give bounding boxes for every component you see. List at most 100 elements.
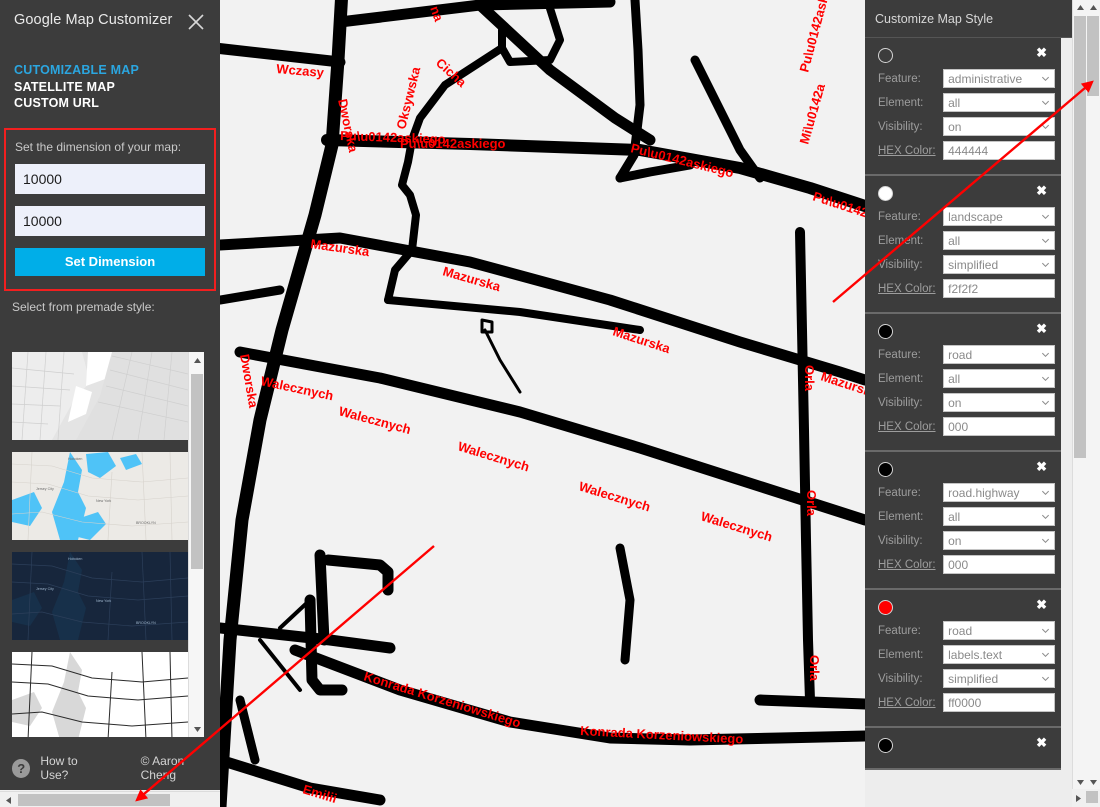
nav-link-customizable-map[interactable]: CUTOMIZABLE MAP	[14, 62, 206, 79]
feature-select-row: Feature: road	[871, 344, 1055, 365]
hex-color-input[interactable]: ff0000	[943, 693, 1055, 712]
hex-color-input[interactable]: f2f2f2	[943, 279, 1055, 298]
feature-select[interactable]: road.highway	[943, 483, 1055, 502]
visibility-select[interactable]: on	[943, 117, 1055, 136]
svg-text:Jersey City: Jersey City	[36, 587, 54, 591]
color-swatch[interactable]	[878, 324, 893, 339]
style-card-header: ✖	[871, 46, 1055, 68]
feature-select[interactable]: landscape	[943, 207, 1055, 226]
color-swatch[interactable]	[878, 186, 893, 201]
feature-select[interactable]: road	[943, 621, 1055, 640]
hex-color-input[interactable]: 000	[943, 555, 1055, 574]
hex-color-row: HEX Color: ff0000	[871, 692, 1055, 713]
svg-text:Orla: Orla	[804, 490, 819, 517]
sidebar-footer: ? How to Use? © Aaron Cheng	[0, 746, 220, 790]
horizontal-scrollbar[interactable]	[0, 791, 220, 807]
sidebar-titlebar: Google Map Customizer	[0, 0, 220, 44]
color-swatch[interactable]	[878, 738, 893, 753]
scroll-up-arrow-icon[interactable]	[1086, 0, 1100, 14]
scrollbar-thumb[interactable]	[18, 794, 170, 806]
map-width-input[interactable]	[15, 163, 205, 194]
hex-color-label[interactable]: HEX Color:	[871, 559, 943, 571]
visibility-select[interactable]: simplified	[943, 669, 1055, 688]
how-to-use-link[interactable]: How to Use?	[40, 754, 106, 782]
element-label: Element:	[878, 372, 924, 385]
style-card-header: ✖	[871, 460, 1055, 482]
premade-style-label: Select from premade style:	[12, 299, 155, 314]
premade-list-scrollbar[interactable]	[188, 352, 204, 737]
dimension-settings-group: Set the dimension of your map: Set Dimen…	[4, 127, 216, 291]
hex-color-label[interactable]: HEX Color:	[871, 697, 943, 709]
close-icon[interactable]	[186, 12, 206, 32]
map-height-input[interactable]	[15, 205, 205, 236]
scroll-down-arrow-icon[interactable]	[1086, 775, 1100, 789]
chevron-down-icon	[1041, 124, 1050, 130]
remove-style-button[interactable]: ✖	[1036, 184, 1047, 198]
scroll-up-arrow-icon[interactable]	[1073, 0, 1087, 14]
page-scrollbar[interactable]	[1086, 0, 1100, 807]
style-panel-scrollbar[interactable]	[1072, 0, 1086, 807]
chevron-down-icon	[1041, 676, 1050, 682]
remove-style-button[interactable]: ✖	[1036, 598, 1047, 612]
scroll-up-arrow-icon[interactable]	[189, 352, 204, 368]
style-card-list: ✖ Feature: administrative Element: all Visibi…	[865, 38, 1061, 770]
chevron-down-icon	[1041, 514, 1050, 520]
style-card: ✖	[865, 728, 1061, 770]
element-select[interactable]: all	[943, 231, 1055, 250]
nav-link-custom-url[interactable]: CUSTOM URL	[14, 95, 206, 112]
remove-style-button[interactable]: ✖	[1036, 322, 1047, 336]
hex-color-label[interactable]: HEX Color:	[871, 283, 943, 295]
scroll-left-arrow-icon[interactable]	[0, 792, 16, 807]
style-card: ✖ Feature: landscape Element: all Visibility:…	[865, 176, 1061, 314]
hex-color-input[interactable]: 000	[943, 417, 1055, 436]
scroll-down-arrow-icon[interactable]	[189, 721, 204, 737]
set-dimension-button[interactable]: Set Dimension	[15, 247, 205, 276]
remove-style-button[interactable]: ✖	[1036, 46, 1047, 60]
element-select[interactable]: all	[943, 93, 1055, 112]
visibility-select[interactable]: on	[943, 393, 1055, 412]
premade-style-thumbnail[interactable]: Jersey City New York BROOKLYN Hoboken	[12, 452, 188, 540]
hex-color-row: HEX Color: 444444	[871, 140, 1055, 161]
feature-label: Feature:	[878, 486, 921, 499]
question-mark-icon[interactable]: ?	[12, 758, 31, 778]
map-canvas[interactable]: Wczasy Cicha na Dworska Pu\u0142askiego …	[220, 0, 865, 807]
scrollbar-thumb[interactable]	[191, 374, 203, 569]
scrollbar-thumb[interactable]	[1074, 16, 1086, 458]
premade-style-list[interactable]: Jersey City New York BROOKLYN Hoboken Je…	[12, 352, 204, 737]
feature-select-row: Feature: administrative	[871, 68, 1055, 89]
nav-link-satellite-map[interactable]: SATELLITE MAP	[14, 79, 206, 96]
element-select[interactable]: all	[943, 507, 1055, 526]
scrollbar-thumb[interactable]	[1087, 16, 1099, 96]
feature-select[interactable]: road	[943, 345, 1055, 364]
visibility-select[interactable]: on	[943, 531, 1055, 550]
hex-color-input[interactable]: 444444	[943, 141, 1055, 160]
svg-text:Pu\u0142askiego: Pu\u0142askiego	[400, 136, 506, 151]
map-svg[interactable]: Wczasy Cicha na Dworska Pu\u0142askiego …	[220, 0, 865, 807]
element-select-row: Element: all	[871, 368, 1055, 389]
premade-style-thumbnail[interactable]	[12, 652, 188, 737]
remove-style-button[interactable]: ✖	[1036, 460, 1047, 474]
remove-style-button[interactable]: ✖	[1036, 736, 1047, 750]
hex-color-label[interactable]: HEX Color:	[871, 421, 943, 433]
svg-text:Hoboken: Hoboken	[68, 457, 82, 461]
scrollbar-corner	[1072, 789, 1100, 807]
hex-color-label[interactable]: HEX Color:	[871, 145, 943, 157]
element-label: Element:	[878, 648, 924, 661]
feature-select[interactable]: administrative	[943, 69, 1055, 88]
color-swatch[interactable]	[878, 600, 893, 615]
app-root: Wczasy Cicha na Dworska Pu\u0142askiego …	[0, 0, 1100, 807]
scroll-down-arrow-icon[interactable]	[1073, 775, 1087, 789]
visibility-select[interactable]: simplified	[943, 255, 1055, 274]
premade-style-thumbnail[interactable]: Jersey City New York BROOKLYN Hoboken	[12, 552, 188, 640]
premade-style-thumbnail[interactable]	[12, 352, 188, 440]
chevron-down-icon	[1041, 652, 1050, 658]
color-swatch[interactable]	[878, 462, 893, 477]
scrollbar-thumb[interactable]	[1086, 791, 1098, 803]
element-label: Element:	[878, 234, 924, 247]
element-select[interactable]: all	[943, 369, 1055, 388]
visibility-select-row: Visibility: simplified	[871, 254, 1055, 275]
element-select[interactable]: labels.text	[943, 645, 1055, 664]
svg-text:Orla: Orla	[807, 655, 822, 682]
feature-label: Feature:	[878, 624, 921, 637]
color-swatch[interactable]	[878, 48, 893, 63]
